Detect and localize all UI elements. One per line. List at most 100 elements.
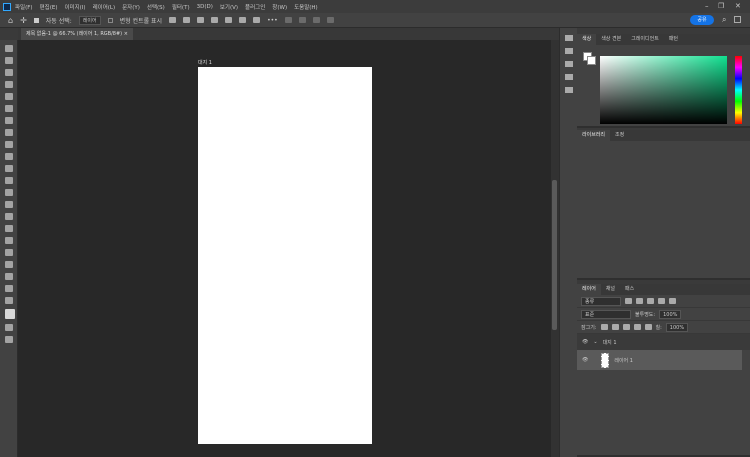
clone-stamp-tool-icon[interactable] bbox=[5, 153, 13, 160]
fill-input[interactable]: 100% bbox=[665, 322, 689, 332]
quick-mask-icon[interactable] bbox=[5, 324, 13, 331]
tab-paths[interactable]: 패스 bbox=[620, 284, 639, 295]
more-tools-icon[interactable] bbox=[5, 297, 13, 304]
filter-shape-icon[interactable] bbox=[658, 298, 665, 304]
align-center-icon[interactable] bbox=[183, 17, 191, 23]
lock-artboard-icon[interactable] bbox=[633, 324, 641, 330]
lasso-tool-icon[interactable] bbox=[5, 69, 13, 76]
character-icon[interactable] bbox=[565, 74, 573, 80]
healing-brush-tool-icon[interactable] bbox=[5, 129, 13, 136]
history-icon[interactable] bbox=[565, 35, 573, 41]
close-window-button[interactable]: ✕ bbox=[735, 2, 741, 10]
foreground-background-color-icon[interactable] bbox=[5, 309, 15, 319]
marquee-tool-icon[interactable] bbox=[5, 57, 13, 64]
more-options-button[interactable]: ••• bbox=[267, 17, 278, 24]
menu-type[interactable]: 문자(Y) bbox=[122, 3, 140, 11]
filter-type-icon[interactable] bbox=[647, 298, 654, 304]
align-right-icon[interactable] bbox=[197, 17, 205, 23]
pen-tool-icon[interactable] bbox=[5, 225, 13, 232]
frame-tool-icon[interactable] bbox=[5, 105, 13, 112]
menu-view[interactable]: 보기(V) bbox=[220, 3, 238, 11]
filter-pixel-icon[interactable] bbox=[625, 298, 632, 304]
lock-transparency-icon[interactable] bbox=[600, 324, 608, 330]
tab-channels[interactable]: 채널 bbox=[601, 284, 620, 295]
gradient-tool-icon[interactable] bbox=[5, 189, 13, 196]
magic-wand-tool-icon[interactable] bbox=[5, 81, 13, 88]
blend-mode-dropdown[interactable]: 표준 bbox=[581, 309, 631, 319]
tab-libraries[interactable]: 라이브러리 bbox=[577, 130, 611, 141]
tab-patterns[interactable]: 패턴 bbox=[664, 34, 683, 45]
visibility-eye-icon[interactable]: 👁 bbox=[582, 357, 588, 363]
tab-swatches[interactable]: 색상 견본 bbox=[596, 34, 626, 45]
auto-select-checkbox[interactable] bbox=[33, 17, 39, 23]
3d-pan-icon[interactable] bbox=[298, 17, 306, 23]
vertical-scrollbar-thumb[interactable] bbox=[552, 180, 557, 330]
crop-tool-icon[interactable] bbox=[5, 93, 13, 100]
zoom-tool-icon[interactable] bbox=[5, 285, 13, 292]
menu-3d[interactable]: 3D(D) bbox=[197, 4, 213, 10]
distribute-icon[interactable] bbox=[211, 17, 219, 23]
hand-tool-icon[interactable] bbox=[5, 273, 13, 280]
menu-window[interactable]: 창(W) bbox=[272, 3, 287, 11]
type-tool-icon[interactable] bbox=[5, 237, 13, 244]
tab-gradients[interactable]: 그레이디언트 bbox=[626, 34, 664, 45]
share-button[interactable]: 공유 bbox=[690, 15, 714, 25]
align-left-icon[interactable] bbox=[169, 17, 177, 23]
minimize-button[interactable]: – bbox=[705, 2, 709, 10]
align-top-icon[interactable] bbox=[225, 17, 233, 23]
move-tool-icon[interactable]: ✛ bbox=[20, 16, 27, 25]
brush-tool-icon[interactable] bbox=[5, 141, 13, 148]
opacity-input[interactable]: 100% bbox=[659, 309, 682, 319]
blur-tool-icon[interactable] bbox=[5, 201, 13, 208]
menu-edit[interactable]: 편집(E) bbox=[40, 3, 58, 11]
align-bottom-icon[interactable] bbox=[253, 17, 261, 23]
tab-color[interactable]: 색상 bbox=[577, 34, 597, 45]
eyedropper-tool-icon[interactable] bbox=[5, 117, 13, 124]
artboard-label[interactable]: 대지 1 bbox=[198, 59, 212, 66]
3d-rotate-icon[interactable] bbox=[284, 17, 292, 23]
filter-smart-object-icon[interactable] bbox=[669, 298, 676, 304]
search-icon[interactable]: ⌕ bbox=[722, 15, 726, 25]
auto-select-dropdown[interactable]: 레이어 bbox=[78, 15, 101, 25]
menu-help[interactable]: 도움말(H) bbox=[294, 3, 318, 11]
menu-image[interactable]: 이미지(I) bbox=[64, 3, 85, 11]
tab-adjustments[interactable]: 조정 bbox=[610, 130, 629, 141]
paragraph-icon[interactable] bbox=[565, 87, 573, 93]
screen-mode-icon[interactable] bbox=[5, 336, 13, 343]
background-color-swatch[interactable] bbox=[587, 56, 596, 65]
3d-slide-icon[interactable] bbox=[312, 17, 320, 23]
dodge-tool-icon[interactable] bbox=[5, 213, 13, 220]
transform-controls-checkbox[interactable] bbox=[107, 17, 113, 23]
brush-settings-icon[interactable] bbox=[565, 48, 573, 54]
adjustments-icon[interactable] bbox=[565, 61, 573, 67]
menu-plugins[interactable]: 플러그인 bbox=[245, 3, 265, 11]
color-field[interactable] bbox=[600, 56, 727, 124]
3d-camera-icon[interactable] bbox=[326, 17, 334, 23]
home-icon[interactable]: ⌂ bbox=[8, 16, 13, 25]
layer-filter-dropdown[interactable]: 종류 bbox=[581, 296, 621, 306]
align-middle-icon[interactable] bbox=[239, 17, 247, 23]
layer-row-artboard[interactable]: 👁 ⌄ 대지 1 bbox=[577, 334, 750, 350]
restore-button[interactable]: ❐ bbox=[718, 2, 724, 10]
layer-row-selected[interactable]: 👁 레이어 1 bbox=[577, 350, 742, 370]
visibility-eye-icon[interactable]: 👁 bbox=[582, 339, 588, 345]
expand-chevron-icon[interactable]: ⌄ bbox=[593, 339, 597, 345]
lock-all-icon[interactable] bbox=[644, 324, 652, 330]
rectangle-tool-icon[interactable] bbox=[5, 261, 13, 268]
artboard[interactable] bbox=[198, 67, 372, 444]
menu-layer[interactable]: 레이어(L) bbox=[93, 3, 116, 11]
menu-file[interactable]: 파일(F) bbox=[15, 3, 33, 11]
filter-adjustment-icon[interactable] bbox=[636, 298, 643, 304]
menu-filter[interactable]: 필터(T) bbox=[172, 3, 190, 11]
close-tab-button[interactable]: × bbox=[124, 31, 128, 37]
tab-layers[interactable]: 레이어 bbox=[577, 284, 601, 295]
document-tab[interactable]: 제목 없음-1 @ 66.7% (레이어 1, RGB/8#) × bbox=[21, 28, 133, 40]
lock-position-icon[interactable] bbox=[622, 324, 630, 330]
workspace-icon[interactable] bbox=[734, 16, 741, 23]
lock-image-icon[interactable] bbox=[611, 324, 619, 330]
path-selection-tool-icon[interactable] bbox=[5, 249, 13, 256]
eraser-tool-icon[interactable] bbox=[5, 177, 13, 184]
hue-slider[interactable] bbox=[735, 56, 742, 124]
history-brush-tool-icon[interactable] bbox=[5, 165, 13, 172]
menu-select[interactable]: 선택(S) bbox=[147, 3, 165, 11]
